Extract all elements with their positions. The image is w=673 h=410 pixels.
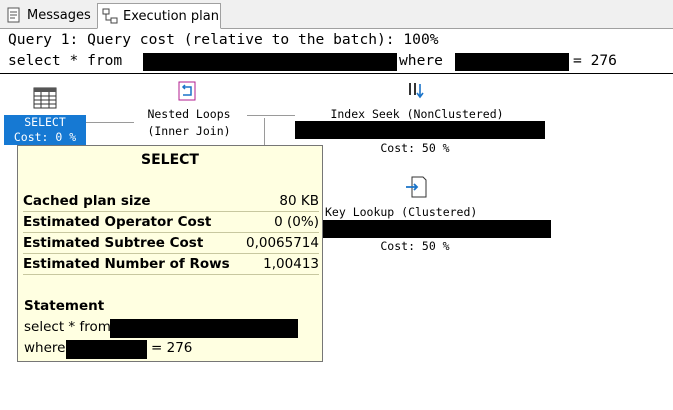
query-sql-select: select * from [8, 52, 123, 69]
redacted-column-name [455, 53, 569, 71]
tooltip-row-label: Cached plan size [23, 193, 151, 209]
nested-loops-icon[interactable] [176, 80, 198, 102]
tooltip-row: Estimated Subtree Cost 0,0065714 [23, 233, 319, 253]
tab-execution-plan-label: Execution plan [123, 8, 219, 24]
tooltip-row-value: 0 (0%) [274, 214, 319, 230]
redacted-statement-table [110, 319, 298, 338]
tooltip-statement-select: select * from [24, 319, 111, 335]
connector-nested-seek [247, 115, 295, 116]
tooltip-row-label: Estimated Operator Cost [23, 214, 212, 230]
tooltip-divider [23, 274, 319, 275]
index-seek-name: Index Seek (NonClustered) [330, 107, 504, 121]
tooltip-statement-label: Statement [24, 298, 105, 314]
tooltip-row-value: 0,0065714 [245, 235, 319, 251]
key-lookup-cost: Cost: 50 % [380, 239, 450, 253]
redacted-index-name [295, 121, 545, 139]
query-separator [0, 73, 673, 74]
tooltip-row-value: 1,00413 [263, 256, 319, 272]
tooltip-statement-where: where [24, 340, 66, 356]
execution-plan-icon [102, 8, 118, 24]
query-cost-header: Query 1: Query cost (relative to the bat… [8, 31, 439, 48]
select-operator-icon[interactable] [33, 86, 57, 110]
index-seek-icon[interactable] [406, 80, 426, 102]
tooltip-row-label: Estimated Subtree Cost [23, 235, 204, 251]
query-sql-value: = 276 [573, 52, 617, 69]
tooltip-title: SELECT [141, 152, 199, 168]
key-lookup-icon[interactable] [404, 175, 428, 199]
connector-nested-lookup [264, 118, 265, 146]
tooltip-row: Estimated Operator Cost 0 (0%) [23, 212, 319, 232]
tab-execution-plan[interactable]: Execution plan [97, 3, 221, 29]
messages-icon [6, 7, 22, 23]
tooltip-row-value: 80 KB [279, 193, 319, 209]
tooltip-row-label: Estimated Number of Rows [23, 256, 230, 272]
tooltip-row: Estimated Number of Rows 1,00413 [23, 254, 319, 274]
tab-messages-label: Messages [27, 7, 91, 23]
index-seek-cost: Cost: 50 % [380, 141, 450, 155]
nested-loops-name: Nested Loops [147, 107, 231, 121]
redacted-clustered-index [322, 220, 551, 238]
tooltip-statement-value: = 276 [151, 340, 193, 356]
select-node-cost: Cost: 0 % [13, 130, 77, 144]
query-sql-where: where [399, 52, 443, 69]
nested-loops-subtitle: (Inner Join) [147, 124, 231, 138]
key-lookup-name: Key Lookup (Clustered) [325, 205, 478, 219]
connector-select-nested [86, 122, 134, 123]
redacted-statement-column [66, 340, 147, 359]
select-node[interactable]: SELECT Cost: 0 % [4, 115, 86, 145]
redacted-table-name [143, 53, 397, 71]
tooltip-row: Cached plan size 80 KB [23, 191, 319, 211]
tab-messages[interactable]: Messages [2, 4, 96, 26]
select-node-name: SELECT [24, 115, 66, 129]
